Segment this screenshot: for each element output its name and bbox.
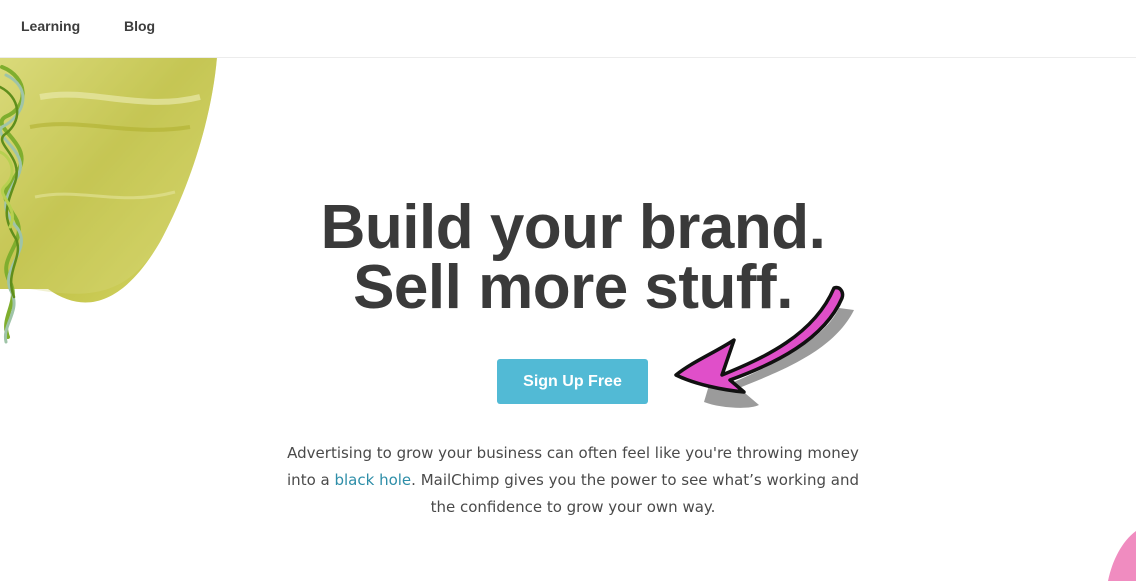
hero-headline: Build your brand. Sell more stuff.: [0, 193, 1136, 322]
black-hole-link[interactable]: black hole: [334, 471, 411, 489]
nav-link-learning[interactable]: Learning: [21, 18, 80, 34]
hero-description: Advertising to grow your business can of…: [280, 440, 866, 521]
nav-link-blog[interactable]: Blog: [124, 18, 155, 34]
headline-line-1: Build your brand.: [320, 193, 826, 262]
description-text-part-2: . MailChimp gives you the power to see w…: [411, 471, 859, 516]
headline-line-2: Sell more stuff.: [353, 253, 793, 322]
top-navigation: Learning Blog: [0, 0, 1136, 58]
sign-up-free-button[interactable]: Sign Up Free: [497, 359, 648, 404]
hand-drawn-arrow-icon: [674, 285, 854, 408]
pink-decorative-shape: [1108, 531, 1136, 581]
page: Learning Blog Build your brand. Sell mor…: [0, 0, 1136, 581]
